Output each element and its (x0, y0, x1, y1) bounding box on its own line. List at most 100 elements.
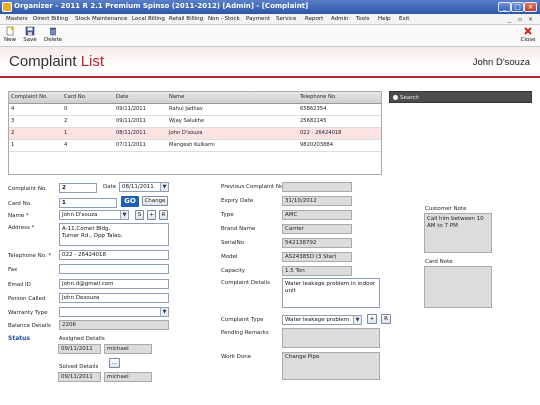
new-document-icon (6, 26, 15, 36)
brand-name-label: Brand Name (221, 226, 256, 232)
menu-help[interactable]: Help (378, 16, 391, 22)
previous-complaint-field (282, 182, 352, 192)
window-title: Organizer - 2011 R 2.1 Premium Spinso (2… (14, 2, 309, 10)
complaint-details-field[interactable]: Water leakage problem in indoor unit (282, 278, 380, 308)
refresh-customer-button[interactable]: R (159, 210, 168, 220)
go-button[interactable]: GO (121, 196, 139, 207)
card-no-field[interactable]: 1 (59, 198, 117, 208)
menu-direct-billing[interactable]: Direct Billing (33, 16, 68, 22)
search-customer-button[interactable]: S (135, 210, 144, 220)
address-field[interactable]: A-11,Comet Bldg, Turner Rd., Opp Talao, (59, 223, 169, 246)
close-x-icon (524, 27, 532, 35)
address-label: Address * (8, 225, 35, 231)
complaint-type-label: Complaint Type (221, 317, 264, 323)
solved-by-field: michael (104, 372, 152, 382)
capacity-label: Capacity (221, 268, 246, 274)
work-done-label: Work Done (221, 354, 252, 360)
person-called-field[interactable]: John Desouza (59, 293, 169, 303)
balance-details-label: Balance Details (8, 323, 51, 329)
column-header-complaint-no[interactable]: Complaint No. (11, 94, 48, 100)
pending-remarks-label: Pending Remarks (221, 330, 269, 336)
maximize-button[interactable]: □ (511, 2, 524, 12)
name-select[interactable]: John D'souza ▼ (59, 210, 129, 220)
table-row[interactable]: 1 4 07/11/2011 Mangesh Kulkarni 98202038… (9, 140, 381, 152)
menu-report[interactable]: Report (305, 16, 323, 22)
add-complaint-type-button[interactable]: + (367, 314, 377, 324)
page-title: Complaint List (9, 53, 105, 70)
minimize-button[interactable]: _ (498, 2, 511, 12)
add-customer-button[interactable]: + (147, 210, 156, 220)
chevron-down-icon[interactable]: ▼ (160, 183, 168, 191)
refresh-complaint-type-button[interactable]: R (381, 314, 391, 324)
pending-remarks-field (282, 328, 380, 348)
date-picker[interactable]: 08/11/2011 ▼ (119, 182, 169, 192)
complaint-no-label: Complaint No. (8, 186, 48, 192)
complaint-no-field[interactable]: 2 (59, 183, 97, 193)
app-icon (2, 2, 12, 12)
menu-service[interactable]: Service (276, 16, 296, 22)
telephone-label: Telephone No. * (8, 253, 52, 259)
brand-name-field: Carrier (282, 224, 352, 234)
serial-no-field: 542138792 (282, 238, 352, 248)
menu-exit[interactable]: Exit (399, 16, 409, 22)
solved-details-label: Solved Details (59, 364, 99, 370)
save-button[interactable]: Save (22, 26, 38, 43)
menu-payment[interactable]: Payment (246, 16, 270, 22)
telephone-field[interactable]: 022 - 26424018 (59, 250, 169, 260)
balance-details-field: 2206 (59, 320, 169, 330)
email-field[interactable]: John.d@gmail.com (59, 279, 169, 289)
card-note-label: Card Note (425, 259, 453, 265)
close-window-button[interactable]: × (524, 2, 537, 12)
solved-details-button[interactable]: ... (109, 358, 120, 368)
table-row[interactable]: 3 2 09/11/2011 Wjay Salukhe 25682145 (9, 116, 381, 128)
save-disk-icon (25, 26, 35, 36)
search-input[interactable] (400, 93, 530, 102)
menu-masters[interactable]: Masters (6, 16, 28, 22)
previous-complaint-label: Previous Complaint No. (221, 184, 285, 190)
capacity-field: 1.5 Ton (282, 266, 352, 276)
type-label: Type (221, 212, 234, 218)
table-row-selected[interactable]: 2 1 08/11/2011 John D'souza 022 - 264240… (9, 128, 381, 140)
search-bar (389, 91, 532, 103)
menu-non-stock[interactable]: Non - Stock (208, 16, 240, 22)
chevron-down-icon[interactable]: ▼ (160, 308, 168, 316)
column-header-date[interactable]: Date (116, 94, 128, 100)
menu-stock-maintenance[interactable]: Stock Maintenance (75, 16, 127, 22)
mdi-close-button[interactable]: × (528, 16, 533, 23)
new-button[interactable]: New (3, 26, 17, 43)
column-header-telephone[interactable]: Telephone No. (300, 94, 337, 100)
status-heading: Status (8, 335, 30, 342)
name-label: Name * (8, 213, 29, 219)
customer-note-label: Customer Note (425, 206, 467, 212)
work-done-field: Change Pipe (282, 352, 380, 380)
warranty-type-label: Warranty Type (8, 310, 48, 316)
email-label: Email ID (8, 282, 31, 288)
chevron-down-icon[interactable]: ▼ (120, 211, 128, 219)
column-header-card-no[interactable]: Card No. (64, 94, 86, 100)
page-header: Complaint List John D'souza (0, 47, 540, 78)
mdi-minimize-button[interactable]: _ (508, 16, 511, 23)
fax-label: Fax (8, 267, 18, 273)
person-called-label: Person Called (8, 296, 46, 302)
delete-button[interactable]: Delete (43, 26, 63, 43)
close-button[interactable]: Close (519, 26, 537, 43)
expiry-date-field: 31/10/2012 (282, 196, 352, 206)
change-button[interactable]: Change (142, 196, 168, 206)
complaint-details-label: Complaint Details (221, 280, 270, 286)
menu-bar: Masters Direct Billing Stock Maintenance… (0, 14, 540, 25)
column-header-name[interactable]: Name (169, 94, 184, 100)
mdi-restore-button[interactable]: ▫ (518, 16, 522, 23)
table-row[interactable]: 4 0 09/11/2011 Rahul Jadhav 65862354 (9, 104, 381, 116)
fax-field[interactable] (59, 264, 169, 274)
menu-retail-billing[interactable]: Retail Billing (169, 16, 203, 22)
search-radio-icon (393, 95, 398, 100)
complaint-type-select[interactable]: Water leakage problem ▼ (282, 315, 362, 325)
warranty-type-select[interactable]: ▼ (59, 307, 169, 317)
card-note-field (424, 266, 492, 308)
menu-admin[interactable]: Admin (331, 16, 349, 22)
chevron-down-icon[interactable]: ▼ (353, 316, 361, 324)
assigned-date-field: 09/11/2011 (58, 344, 101, 354)
menu-local-billing[interactable]: Local Billing (132, 16, 165, 22)
menu-tools[interactable]: Tools (356, 16, 370, 22)
assigned-details-label: Assigned Details (59, 336, 105, 342)
